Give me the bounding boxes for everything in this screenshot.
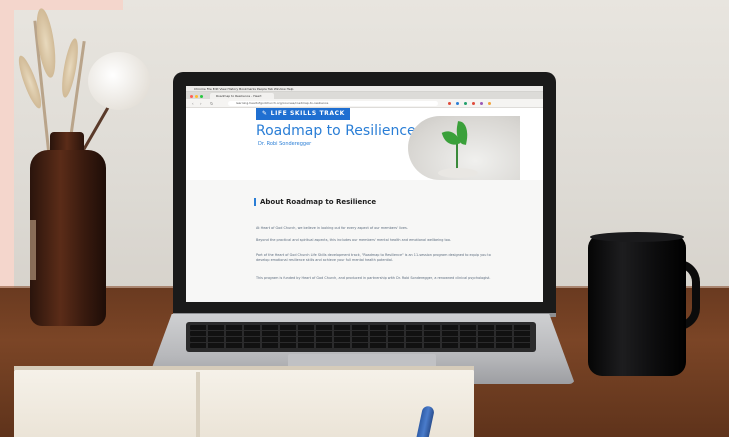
key-row-1	[190, 325, 532, 330]
vase-highlight	[30, 220, 36, 280]
about-paragraph-3: Part of the Heart of God Church Life Ski…	[256, 253, 491, 262]
laptop-screen: Chrome File Edit View History Bookmarks …	[186, 86, 543, 302]
black-mug	[588, 234, 686, 376]
course-author: Dr. Robi Sonderegger	[258, 141, 312, 147]
seedling-soil	[438, 168, 478, 178]
badge-label: LIFE SKILLS TRACK	[270, 110, 345, 117]
about-paragraph-1: At Heart of God Church, we believe in lo…	[256, 226, 408, 230]
extension-icon-2[interactable]	[456, 102, 459, 105]
address-bar-row: ‹ › ↻ learning.heartofgodchurch.org/cour…	[186, 99, 543, 108]
about-paragraph-2: Beyond the practical and spiritual aspec…	[256, 238, 451, 242]
extension-icon-3[interactable]	[464, 102, 467, 105]
minimize-window-icon[interactable]	[195, 95, 198, 98]
extension-icon-5[interactable]	[480, 102, 483, 105]
notebook-edge	[14, 366, 474, 370]
key-row-4	[190, 343, 532, 348]
close-window-icon[interactable]	[190, 95, 193, 98]
key-row-3	[190, 337, 532, 342]
life-skills-badge: ✎ LIFE SKILLS TRACK	[256, 108, 350, 120]
mug-rim	[590, 232, 684, 242]
cotton-flower	[88, 52, 150, 110]
forward-arrow-icon[interactable]: ›	[200, 101, 202, 106]
back-arrow-icon[interactable]: ‹	[192, 101, 194, 106]
menubar-text: Chrome File Edit View History Bookmarks …	[194, 87, 294, 91]
tab-title: Roadmap to Resilience - Heart	[216, 94, 262, 98]
seedling-image	[408, 116, 520, 180]
extension-icon-4[interactable]	[472, 102, 475, 105]
profile-avatar-icon[interactable]	[488, 102, 491, 105]
photo-scene: Chrome File Edit View History Bookmarks …	[0, 0, 729, 437]
peach-border-top	[0, 0, 123, 10]
amber-vase	[30, 150, 106, 326]
extension-icon-1[interactable]	[448, 102, 451, 105]
url-field[interactable]: learning.heartofgodchurch.org/courses/ro…	[228, 101, 438, 106]
course-title: Roadmap to Resilience	[256, 123, 416, 139]
open-notebook	[14, 366, 474, 437]
badge-icon: ✎	[262, 110, 268, 117]
notebook-crease	[196, 372, 200, 437]
url-text: learning.heartofgodchurch.org/courses/ro…	[236, 101, 329, 105]
reload-icon[interactable]: ↻	[210, 101, 213, 106]
about-paragraph-4: This program is funded by Heart of God C…	[256, 276, 491, 280]
zoom-window-icon[interactable]	[200, 95, 203, 98]
about-heading: About Roadmap to Resilience	[254, 198, 376, 206]
browser-tab-bar: Roadmap to Resilience - Heart	[186, 92, 543, 99]
key-row-2	[190, 331, 532, 336]
